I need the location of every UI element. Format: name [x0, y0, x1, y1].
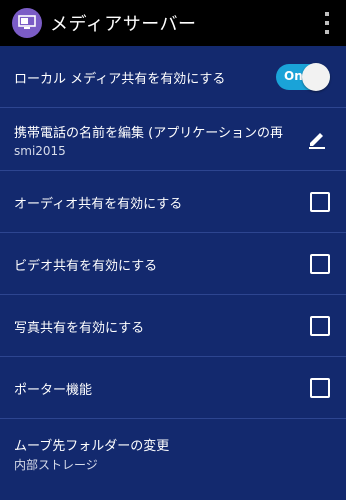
settings-list: ローカル メディア共有を有効にする On 携帯電話の名前を編集 (アプリケーショ… [0, 46, 346, 499]
audio-share-row[interactable]: オーディオ共有を有効にする [0, 171, 346, 233]
audio-share-label: オーディオ共有を有効にする [14, 197, 183, 212]
device-name-label: 携帯電話の名前を編集 (アプリケーションの再 [14, 126, 283, 141]
toggle-knob [302, 63, 330, 91]
move-folder-label: ムーブ先フォルダーの変更 [14, 439, 170, 454]
move-folder-row[interactable]: ムーブ先フォルダーの変更 内部ストレージ [0, 419, 346, 499]
toggle-on-label: On [284, 69, 303, 83]
media-server-icon[interactable] [12, 8, 42, 38]
device-name-value: smi2015 [14, 144, 66, 158]
move-folder-value: 内部ストレージ [14, 458, 98, 472]
local-share-toggle[interactable]: On [276, 63, 330, 91]
video-share-label: ビデオ共有を有効にする [14, 259, 158, 274]
video-share-row[interactable]: ビデオ共有を有効にする [0, 233, 346, 295]
app-title: メディアサーバー [50, 14, 197, 35]
porter-checkbox[interactable] [310, 378, 330, 398]
action-bar: メディアサーバー [0, 0, 346, 46]
local-share-label: ローカル メディア共有を有効にする [14, 72, 226, 87]
overflow-menu-icon[interactable] [322, 12, 332, 34]
local-share-row[interactable]: ローカル メディア共有を有効にする On [0, 46, 346, 108]
video-share-checkbox[interactable] [310, 254, 330, 274]
photo-share-label: 写真共有を有効にする [14, 321, 145, 336]
edit-pencil-icon[interactable] [306, 128, 328, 154]
porter-row[interactable]: ポーター機能 [0, 357, 346, 419]
photo-share-checkbox[interactable] [310, 316, 330, 336]
device-name-row[interactable]: 携帯電話の名前を編集 (アプリケーションの再 smi2015 [0, 108, 346, 171]
audio-share-checkbox[interactable] [310, 192, 330, 212]
porter-label: ポーター機能 [14, 383, 93, 398]
photo-share-row[interactable]: 写真共有を有効にする [0, 295, 346, 357]
